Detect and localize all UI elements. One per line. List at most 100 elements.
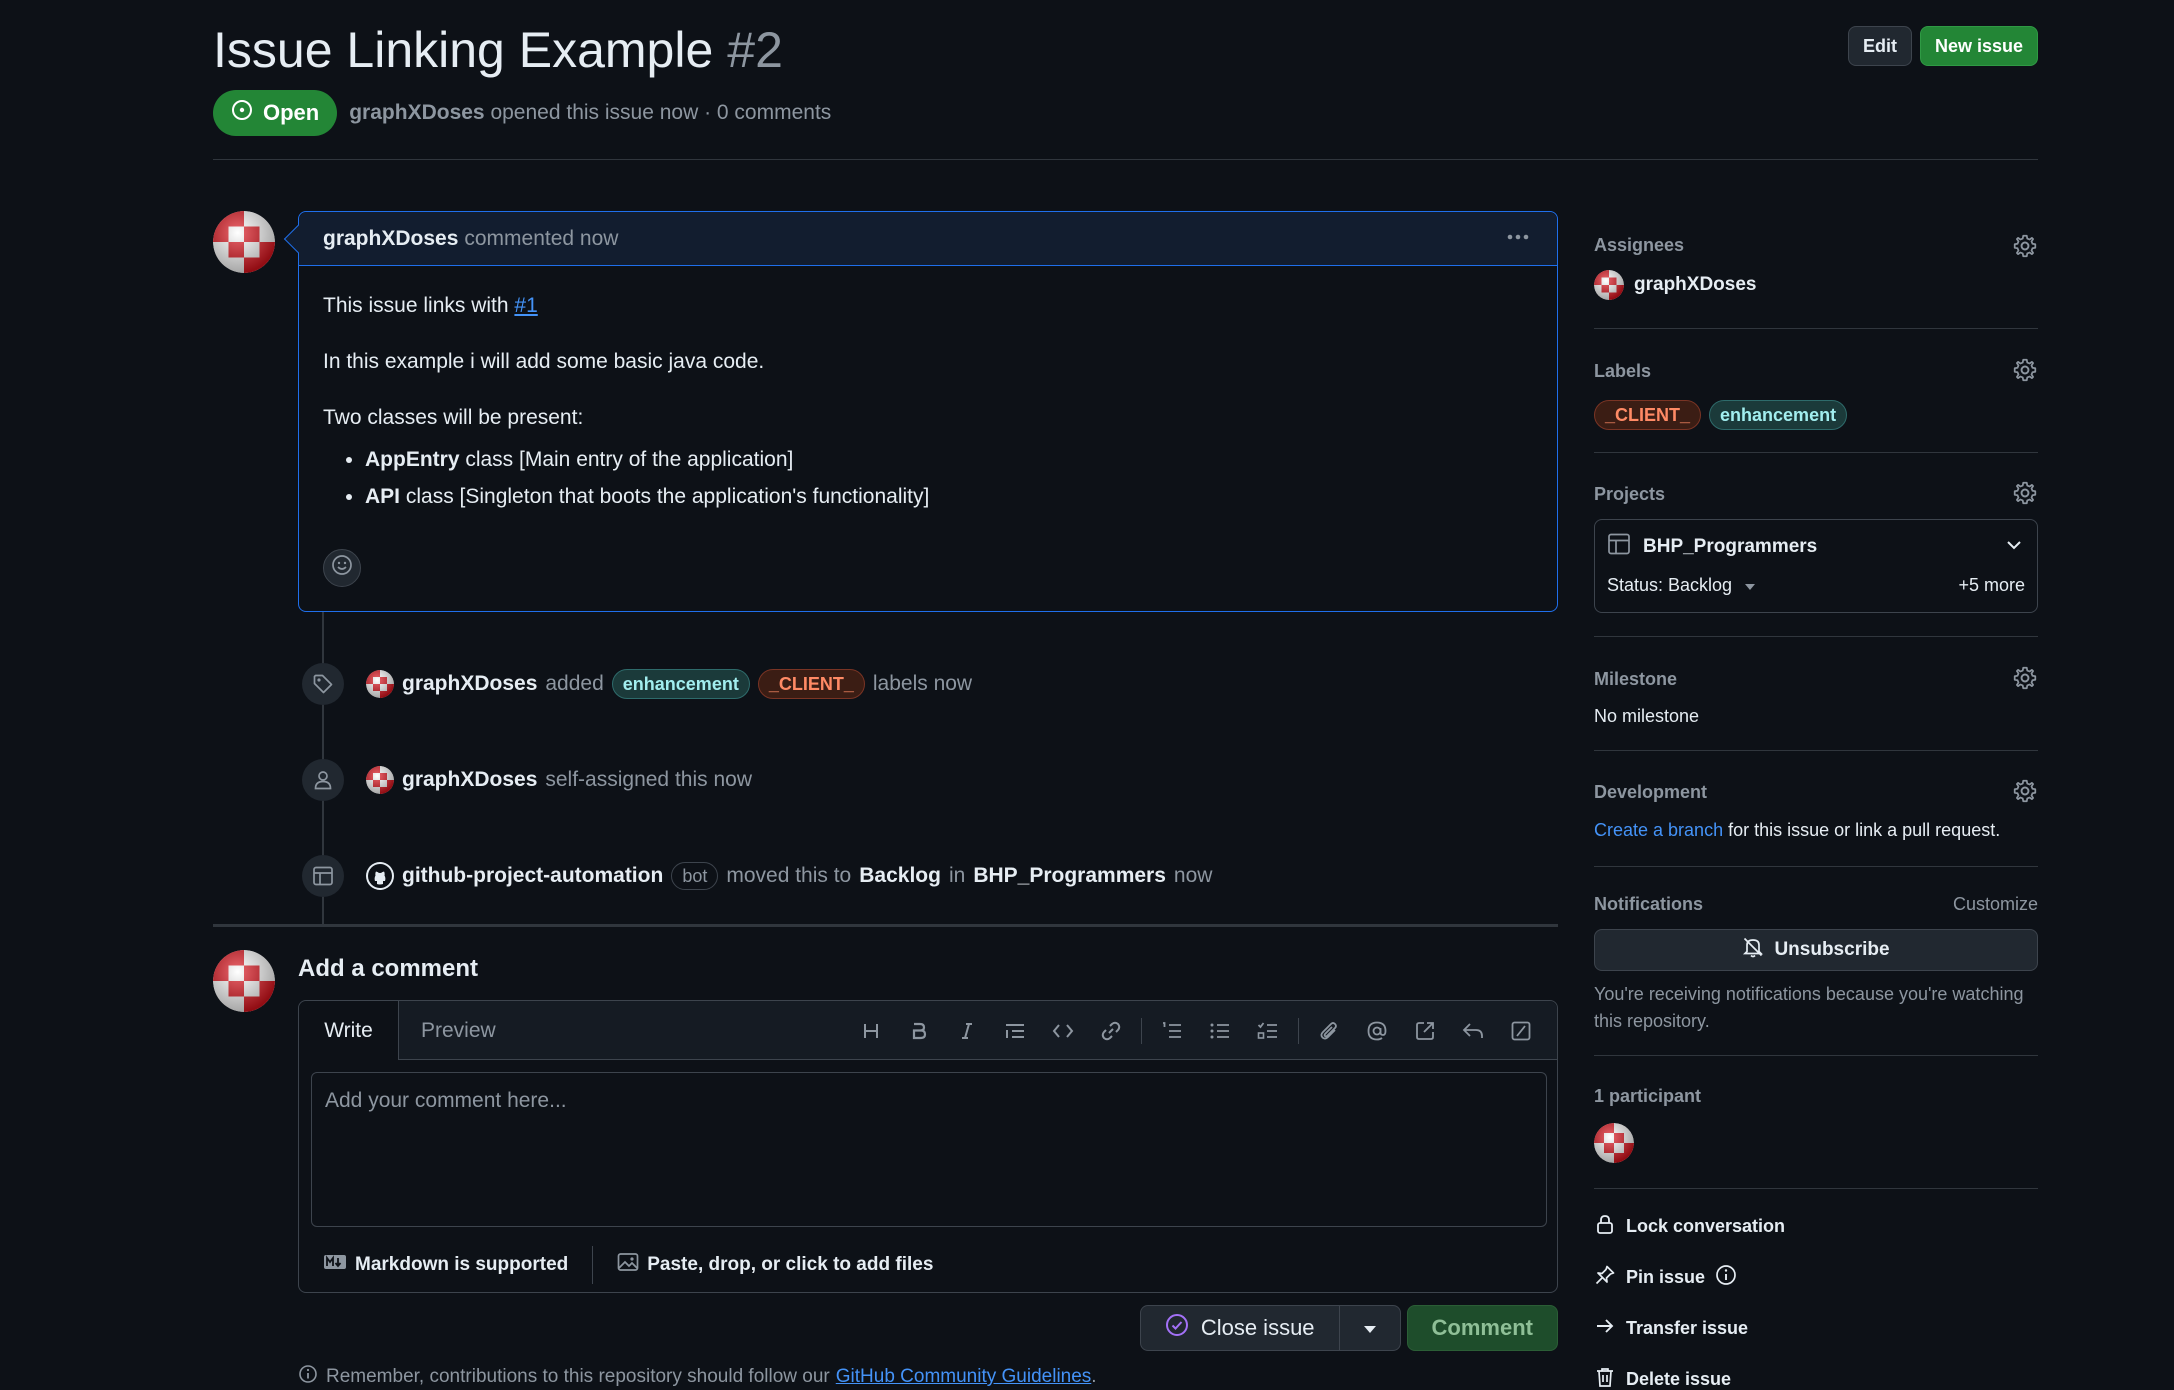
list-item: API class [Singleton that boots the appl… — [365, 483, 1533, 511]
participant-avatar[interactable] — [1594, 1123, 1634, 1163]
gear-icon[interactable] — [2012, 778, 2038, 810]
avatar[interactable] — [366, 766, 394, 794]
smiley-icon — [331, 554, 353, 582]
gear-icon[interactable] — [2012, 480, 2038, 512]
label-enhancement[interactable]: enhancement — [1709, 400, 1848, 430]
close-issue-button[interactable]: Close issue — [1141, 1306, 1340, 1350]
markdown-note-text: Markdown is supported — [355, 1254, 569, 1275]
list-item-text: class [Main entry of the application] — [459, 448, 794, 471]
project-card: BHP_Programmers Status: Backlog +5 more — [1594, 519, 2038, 613]
close-options-dropdown[interactable] — [1340, 1306, 1400, 1350]
heading-icon[interactable] — [847, 1014, 895, 1048]
comment-line-text: This issue links with — [323, 294, 509, 317]
add-reaction-button[interactable] — [323, 549, 361, 587]
ordered-list-icon[interactable] — [1148, 1014, 1196, 1048]
unordered-list-icon[interactable] — [1196, 1014, 1244, 1048]
italic-icon[interactable] — [943, 1014, 991, 1048]
list-item-bold: API — [365, 485, 401, 508]
slash-command-icon[interactable] — [1497, 1014, 1545, 1048]
markdown-note[interactable]: Markdown is supported — [323, 1254, 568, 1276]
unsubscribe-button[interactable]: Unsubscribe — [1594, 929, 2038, 971]
file-upload-note[interactable]: Paste, drop, or click to add files — [617, 1252, 933, 1278]
event-project-link[interactable]: BHP_Programmers — [973, 864, 1166, 888]
mention-icon[interactable] — [1353, 1014, 1401, 1048]
header-actions: Edit New issue — [1847, 26, 2038, 66]
caret-down-icon — [1363, 1317, 1377, 1340]
status-badge: Open — [213, 90, 338, 136]
comment-author-avatar[interactable] — [213, 211, 275, 273]
edit-button[interactable]: Edit — [1847, 26, 1912, 66]
tag-icon — [302, 663, 344, 705]
issue-author-link[interactable]: graphXDoses — [349, 101, 484, 124]
comment-author[interactable]: graphXDoses — [323, 227, 458, 251]
toolbar-divider — [1298, 1018, 1299, 1044]
current-user-avatar[interactable] — [213, 950, 275, 1012]
avatar[interactable] — [366, 670, 394, 698]
pin-label: Pin issue — [1626, 1267, 1706, 1287]
list-item-text: class [Singleton that boots the applicat… — [400, 485, 930, 508]
task-list-icon[interactable] — [1244, 1014, 1292, 1048]
gear-icon[interactable] — [2012, 233, 2038, 265]
section-title: 1 participant — [1594, 1086, 1702, 1106]
create-branch-link[interactable]: Create a branch — [1594, 820, 1723, 840]
issue-opened-text: opened this issue now · 0 comments — [490, 101, 832, 124]
gear-icon[interactable] — [2012, 665, 2038, 697]
lock-conversation-link[interactable]: Lock conversation — [1594, 1201, 2038, 1252]
event-actor[interactable]: graphXDoses — [402, 768, 537, 792]
editor-footer: Markdown is supported Paste, drop, or cl… — [299, 1237, 1557, 1293]
image-icon — [617, 1252, 639, 1278]
bell-slash-icon — [1742, 936, 1764, 964]
label-enhancement[interactable]: enhancement — [611, 669, 750, 699]
new-issue-button[interactable]: New issue — [1919, 26, 2038, 66]
state-row: Open graphXDoses opened this issue now ·… — [213, 90, 831, 136]
info-icon[interactable] — [1715, 1264, 1737, 1291]
lock-label: Lock conversation — [1626, 1216, 1786, 1236]
event-text: moved this to — [726, 864, 852, 887]
comment-line: This issue links with #1 — [323, 292, 1533, 320]
link-icon[interactable] — [1087, 1014, 1135, 1048]
event-actor[interactable]: github-project-automation — [402, 864, 663, 888]
tab-write[interactable]: Write — [299, 1001, 399, 1060]
pin-issue-link[interactable]: Pin issue — [1594, 1252, 2038, 1303]
chevron-down-icon[interactable] — [2005, 536, 2023, 560]
code-icon[interactable] — [1039, 1014, 1087, 1048]
reference-icon[interactable] — [1401, 1014, 1449, 1048]
delete-issue-link[interactable]: Delete issue — [1594, 1354, 2038, 1390]
comment-textarea[interactable]: Add your comment here... — [311, 1072, 1547, 1227]
bot-badge: bot — [671, 862, 719, 890]
issue-header: Issue Linking Example #2 Edit New issue … — [213, 18, 2038, 160]
tab-preview[interactable]: Preview — [421, 1001, 496, 1060]
comment-button[interactable]: Comment — [1406, 1305, 1558, 1351]
section-title: Milestone — [1594, 669, 1678, 689]
transfer-issue-link[interactable]: Transfer issue — [1594, 1303, 2038, 1354]
label-client[interactable]: _CLIENT_ — [757, 669, 865, 699]
comment-timestamp[interactable]: commented now — [464, 227, 618, 251]
comment-line: Two classes will be present: — [323, 406, 584, 429]
event-actor[interactable]: graphXDoses — [402, 672, 537, 696]
section-title: Projects — [1594, 484, 1666, 504]
issue-reference-link[interactable]: #1 — [514, 294, 537, 317]
status-label: Open — [263, 100, 320, 125]
customize-link[interactable]: Customize — [1953, 894, 2038, 915]
project-more-link[interactable]: +5 more — [1958, 575, 2025, 596]
bold-icon[interactable] — [895, 1014, 943, 1048]
info-icon — [298, 1364, 318, 1390]
attachment-icon[interactable] — [1305, 1014, 1353, 1048]
gear-icon[interactable] — [2012, 357, 2038, 389]
assignee[interactable]: graphXDoses — [1594, 270, 2038, 300]
github-logo-icon[interactable] — [366, 862, 394, 890]
transfer-label: Transfer issue — [1626, 1318, 1749, 1338]
comment-options-icon[interactable] — [1505, 224, 1531, 257]
project-name[interactable]: BHP_Programmers — [1607, 532, 1817, 562]
assignee-name: graphXDoses — [1634, 274, 1757, 295]
delete-label: Delete issue — [1626, 1369, 1732, 1389]
label-client[interactable]: _CLIENT_ — [1594, 400, 1702, 430]
class-list: AppEntry class [Main entry of the applic… — [365, 446, 1533, 511]
project-status-dropdown[interactable]: Status: Backlog — [1607, 575, 1756, 596]
comment-body: This issue links with #1 In this example… — [299, 266, 1557, 546]
community-guidelines-link[interactable]: GitHub Community Guidelines — [836, 1366, 1092, 1388]
avatar — [1594, 270, 1624, 300]
quote-icon[interactable] — [991, 1014, 1039, 1048]
reply-icon[interactable] — [1449, 1014, 1497, 1048]
arrow-right-icon — [1594, 1315, 1616, 1342]
